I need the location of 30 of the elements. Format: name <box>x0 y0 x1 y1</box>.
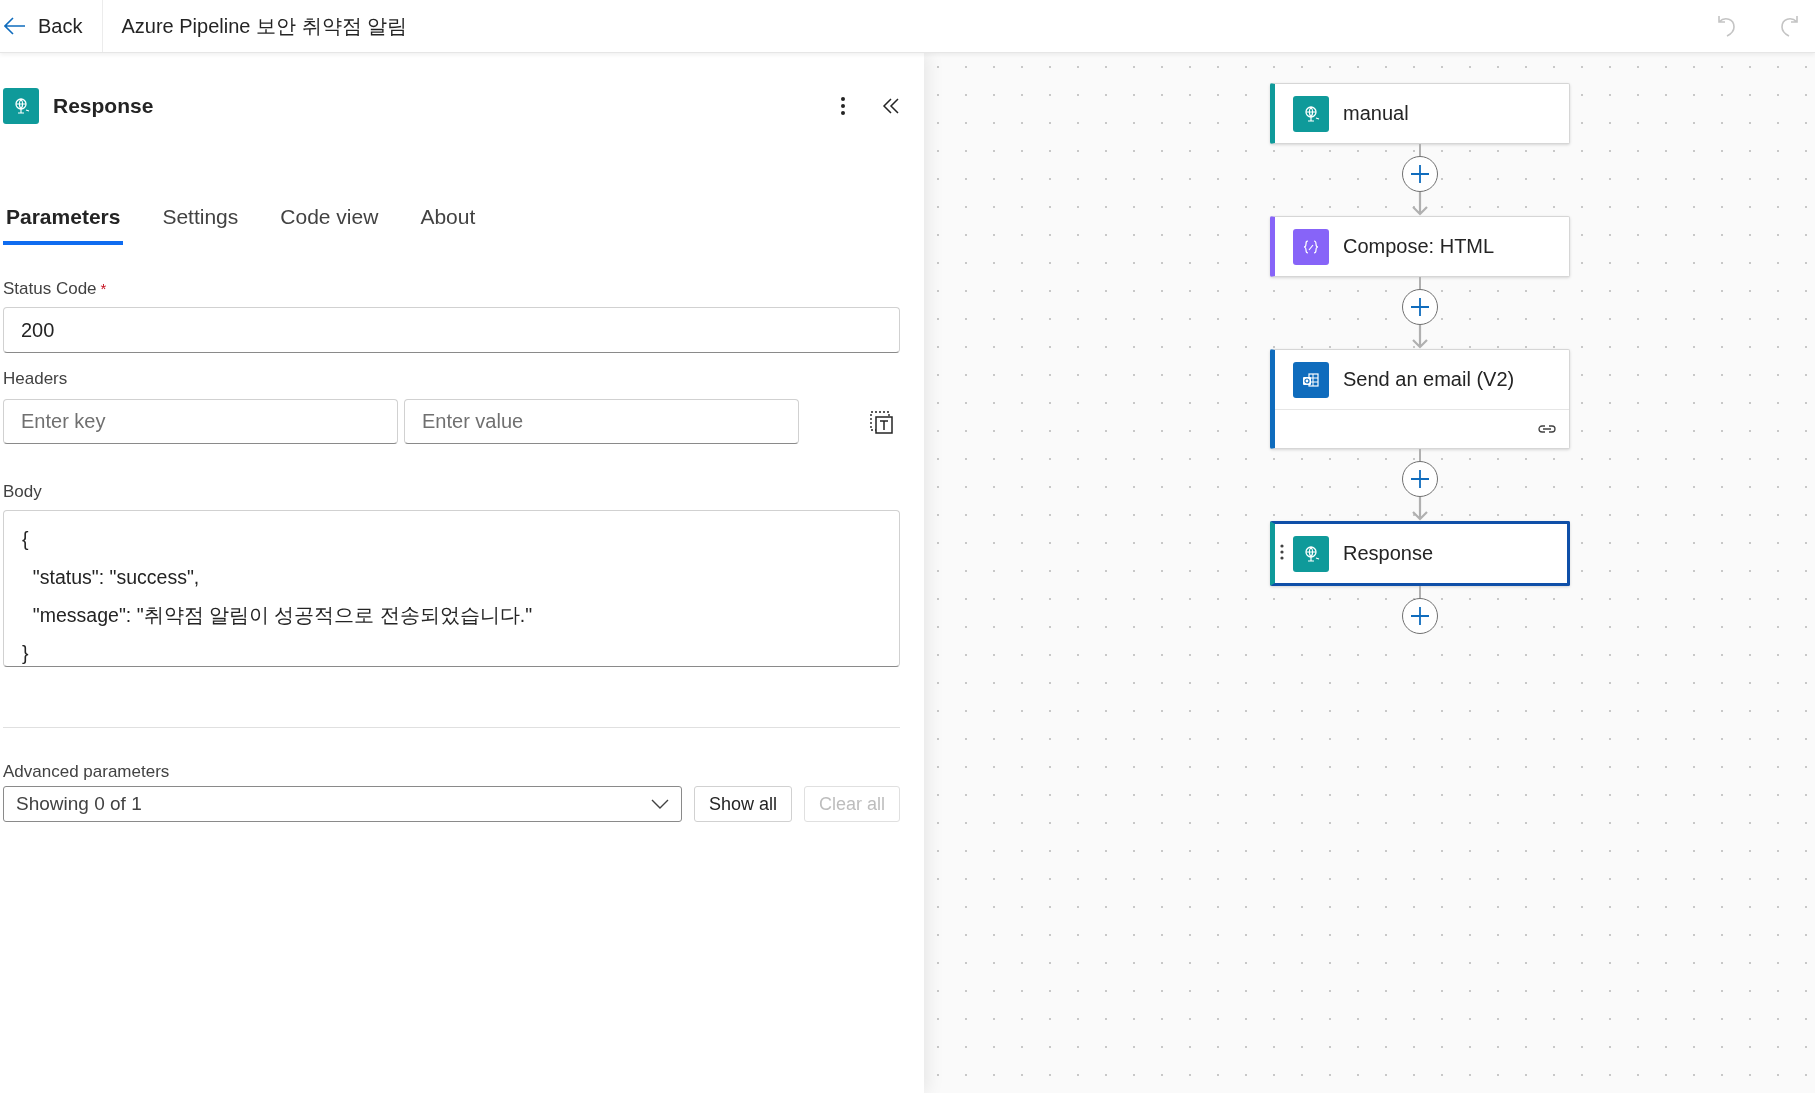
flow-step-card[interactable]: Send an email (V2) <box>1270 349 1570 449</box>
code-line: } <box>22 641 30 666</box>
header-value-field[interactable]: Enter value <box>404 399 799 444</box>
back-button[interactable]: Back <box>0 0 104 52</box>
tab[interactable]: Settings <box>159 199 242 245</box>
step-title: Response <box>1343 542 1434 565</box>
flow-step-card[interactable]: manual <box>1270 83 1570 144</box>
flow-title: Azure Pipeline 보안 취약점 알림 <box>121 13 409 39</box>
step-title: Compose: HTML <box>1343 235 1495 258</box>
flow-step-card[interactable]: Response <box>1270 521 1570 586</box>
tab[interactable]: Code view <box>277 199 382 245</box>
header-key-field[interactable]: Enter key <box>3 399 398 444</box>
advanced-parameters-dropdown[interactable]: Showing 0 of 1 <box>3 786 682 822</box>
field-label: Advanced parameters <box>3 762 171 782</box>
field-label: Headers <box>3 369 69 389</box>
status-code-field[interactable]: 200 <box>3 307 900 353</box>
panel-title: Response <box>53 93 155 118</box>
required-mark: * <box>100 280 107 297</box>
code-line: "message": "취약점 알림이 성공적으로 전송되었습니다." <box>31 603 534 628</box>
body-editor[interactable]: { "status": "success", "message": "취약점 알림이 성공적으로 전송되었습니다." } <box>3 510 900 667</box>
tab[interactable]: About <box>417 199 479 245</box>
tab[interactable]: Parameters <box>3 199 124 245</box>
field-label: Body <box>3 482 43 502</box>
code-line: { <box>22 527 30 552</box>
code-line: "status": "success", <box>31 565 201 590</box>
show-all-button[interactable]: Show all <box>693 786 792 822</box>
step-title: manual <box>1343 102 1409 125</box>
step-title: Send an email (V2) <box>1343 368 1515 391</box>
field-label: Status Code * <box>3 279 108 299</box>
flow-step-card[interactable]: Compose: HTML <box>1270 216 1570 277</box>
